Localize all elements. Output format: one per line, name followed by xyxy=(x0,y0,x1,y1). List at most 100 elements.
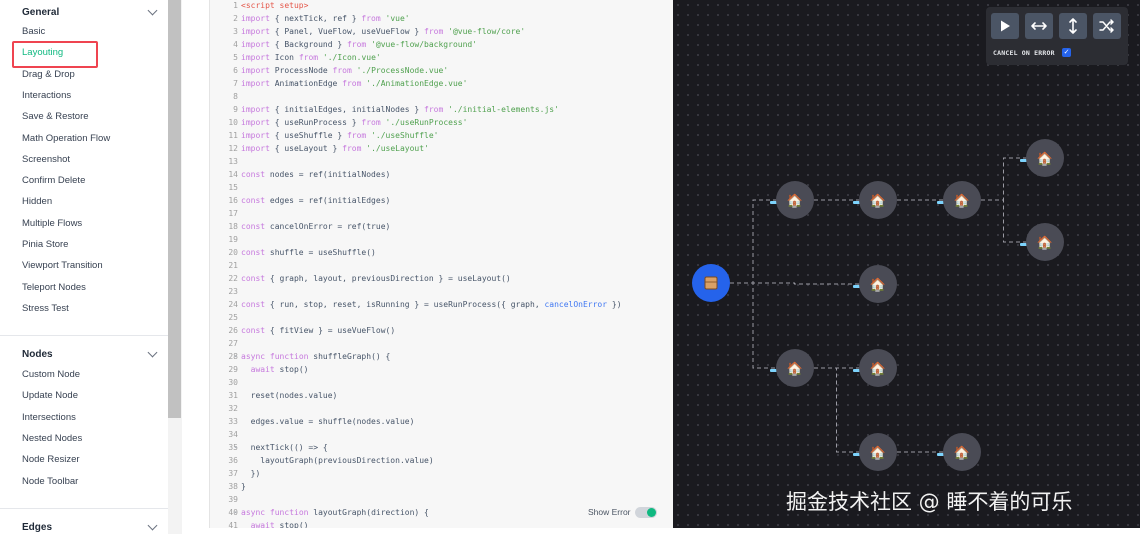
code-line: layoutGraph(previousDirection.value) xyxy=(241,456,434,465)
line-number: 36 xyxy=(228,456,238,465)
fold-marker-icon[interactable]: ⌄ xyxy=(210,508,238,515)
sidebar-item-screenshot[interactable]: Screenshot xyxy=(22,153,70,167)
line-number: 24 xyxy=(228,300,238,309)
code-line: await stop() xyxy=(250,521,309,528)
sidebar-item-nested-nodes[interactable]: Nested Nodes xyxy=(22,432,82,446)
line-number: 31 xyxy=(228,391,238,400)
house-icon: 🏠 xyxy=(787,361,803,376)
code-line: const cancelOnError = ref(true) xyxy=(241,222,391,231)
edge-handle xyxy=(1020,159,1027,162)
sidebar-item-math-operation-flow[interactable]: Math Operation Flow xyxy=(22,132,110,146)
line-number: 23 xyxy=(228,287,238,296)
sidebar-gap xyxy=(182,0,209,534)
house-icon: 🏠 xyxy=(954,193,970,208)
shuffle-button[interactable] xyxy=(1093,13,1121,39)
sidebar-item-pinia-store[interactable]: Pinia Store xyxy=(22,238,68,252)
line-number: 15 xyxy=(228,183,238,192)
code-line: import { nextTick, ref } from 'vue' xyxy=(241,14,410,23)
line-number: 8 xyxy=(233,92,238,101)
show-error-switch[interactable] xyxy=(634,506,657,518)
code-editor[interactable]: 1 2 3 4 5 6 7 8 9 10 11 12 13 14 15 16 17 18 19 20 21 22 23 24 2… xyxy=(209,0,673,528)
sidebar-item-save-restore[interactable]: Save & Restore xyxy=(22,110,89,124)
house-icon: 🏠 xyxy=(1037,235,1053,250)
line-number: 10 xyxy=(228,118,238,127)
line-number: 7 xyxy=(233,79,238,88)
house-icon: 🏠 xyxy=(870,445,886,460)
sidebar-item-node-toolbar[interactable]: Node Toolbar xyxy=(22,475,78,489)
code-line: const nodes = ref(initialNodes) xyxy=(241,170,391,179)
arrows-horizontal-icon xyxy=(1031,22,1047,30)
section-title: General xyxy=(22,6,60,18)
house-icon: 🏠 xyxy=(787,193,803,208)
flow-edge xyxy=(981,199,1026,243)
edge-handle xyxy=(1020,243,1027,246)
line-number: 2 xyxy=(233,14,238,23)
chevron-down-icon xyxy=(147,5,158,15)
line-gutter: 1 2 3 4 5 6 7 8 9 10 11 12 13 14 15 16 17 18 19 20 21 22 23 24 2… xyxy=(210,0,238,528)
line-number: 25 xyxy=(228,313,238,322)
sidebar-item-intersections[interactable]: Intersections xyxy=(22,411,76,425)
sidebar-item-interactions[interactable]: Interactions xyxy=(22,89,71,103)
fold-marker-icon[interactable]: ⌄ xyxy=(210,352,238,359)
fold-marker-icon[interactable]: ⌄ xyxy=(210,443,238,450)
line-number: 27 xyxy=(228,339,238,348)
house-icon: 🏠 xyxy=(1037,151,1053,166)
sidebar-item-confirm-delete[interactable]: Confirm Delete xyxy=(22,174,85,188)
sidebar-item-drag-drop[interactable]: Drag & Drop xyxy=(22,68,75,82)
code-line: import { Panel, VueFlow, useVueFlow } fr… xyxy=(241,27,526,36)
code-line: import { initialEdges, initialNodes } fr… xyxy=(241,105,559,114)
code-line: async function shuffleGraph() { xyxy=(241,352,391,361)
edge-handle xyxy=(853,285,860,288)
code-line: const { graph, layout, previousDirection… xyxy=(241,274,511,283)
code-line: const { run, stop, reset, isRunning } = … xyxy=(241,300,622,309)
sidebar-item-hidden[interactable]: Hidden xyxy=(22,195,52,209)
watermark: 掘金技术社区 @ 睡不着的可乐 xyxy=(786,490,1073,514)
code-line: edges.value = shuffle(nodes.value) xyxy=(241,417,415,426)
house-icon: 🏠 xyxy=(870,193,886,208)
house-icon: 🏠 xyxy=(954,445,970,460)
flow-graph[interactable]: 🏠 🏠 🏠 🏠 🏠 🏠 🏠 🏠 🏠 🏠 xyxy=(673,0,1140,528)
sidebar-item-update-node[interactable]: Update Node xyxy=(22,389,78,403)
sidebar-item-custom-node[interactable]: Custom Node xyxy=(22,368,80,382)
show-error-toggle[interactable]: Show Error xyxy=(588,505,657,519)
line-number: 4 xyxy=(233,40,238,49)
sidebar-scrollbar-thumb[interactable] xyxy=(168,0,181,418)
line-number: 32 xyxy=(228,404,238,413)
sidebar: General Basic Layouting Drag & Drop Interact… xyxy=(0,0,168,534)
sidebar-item-stress-test[interactable]: Stress Test xyxy=(22,302,69,316)
line-number: 13 xyxy=(228,157,238,166)
chevron-down-icon xyxy=(147,347,158,357)
play-button[interactable] xyxy=(991,13,1019,39)
section-header-nodes[interactable]: Nodes xyxy=(22,345,162,363)
flow-canvas[interactable]: 🏠 🏠 🏠 🏠 🏠 🏠 🏠 🏠 🏠 🏠 xyxy=(673,0,1140,528)
line-number: 14 xyxy=(228,170,238,179)
line-number: 6 xyxy=(233,66,238,75)
sidebar-item-basic[interactable]: Basic xyxy=(22,25,45,39)
section-header-edges[interactable]: Edges xyxy=(22,518,162,534)
line-number: 41 xyxy=(228,521,238,528)
layout-vertical-button[interactable] xyxy=(1059,13,1087,39)
bottom-strip xyxy=(209,528,1140,534)
code-line: } xyxy=(241,482,246,491)
sidebar-item-node-resizer[interactable]: Node Resizer xyxy=(22,453,80,467)
sidebar-item-multiple-flows[interactable]: Multiple Flows xyxy=(22,217,82,231)
line-number: 34 xyxy=(228,430,238,439)
line-number: 5 xyxy=(233,53,238,62)
line-number: 3 xyxy=(233,27,238,36)
line-number: 12 xyxy=(228,144,238,153)
line-number: 22 xyxy=(228,274,238,283)
toggle-knob xyxy=(646,507,656,517)
layout-horizontal-button[interactable] xyxy=(1025,13,1053,39)
show-error-label: Show Error xyxy=(588,507,631,517)
code-line: import AnimationEdge from './AnimationEd… xyxy=(241,79,468,88)
section-title: Edges xyxy=(22,521,53,533)
line-number: 1 xyxy=(233,1,238,10)
edge-handle xyxy=(937,201,944,204)
section-title: Nodes xyxy=(22,348,53,360)
cancel-on-error-checkbox[interactable]: ✓ xyxy=(1062,48,1071,57)
sidebar-item-teleport-nodes[interactable]: Teleport Nodes xyxy=(22,281,86,295)
code-line: nextTick(() => { xyxy=(241,443,328,452)
line-number: 18 xyxy=(228,222,238,231)
sidebar-item-viewport-transition[interactable]: Viewport Transition xyxy=(22,259,103,273)
section-header-general[interactable]: General xyxy=(22,3,162,21)
